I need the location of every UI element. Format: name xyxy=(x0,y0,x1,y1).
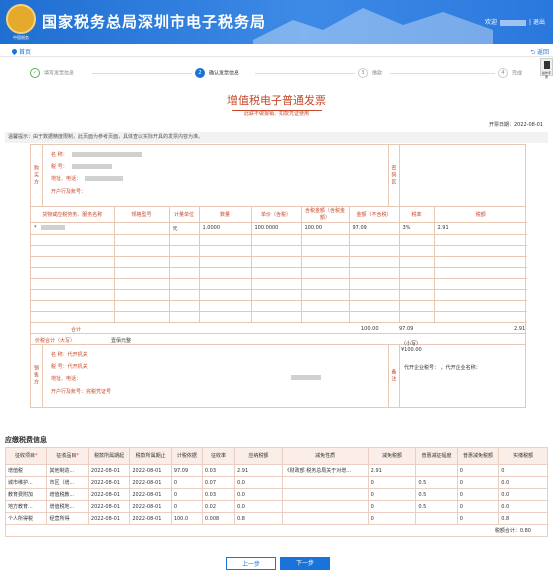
table-row: 地方教育... 增值税地... 2022-08-01 2022-08-01 0 0.02 0… xyxy=(4,500,548,513)
step-confirm-invoice: 2 确认发票信息 xyxy=(195,68,239,78)
tax-table: 征收项目* 征收品目* 税款所属期起 税款所属期止 计税依据 征收率 应纳税额 减免性… xyxy=(4,447,548,537)
tax-section-title: 应缴税费信息 xyxy=(5,436,47,444)
step-payment: 3 缴款 xyxy=(358,68,382,78)
welcome-text: 欢迎 xyxy=(485,19,498,26)
tax-header-row: 征收项目* 征收品目* 税款所属期起 税款所属期止 计税依据 征收率 应纳税额 减免性… xyxy=(4,447,548,465)
site-title: 国家税务总局深圳市电子税务局 xyxy=(42,13,267,31)
table-row-empty xyxy=(31,300,527,312)
buyer-name: 名 称： xyxy=(51,151,142,158)
table-row-empty xyxy=(31,267,527,279)
remark-text: 代开企业税号： ，代开企业名称： xyxy=(404,364,481,371)
items-header-row: 货物或应税劳务、服务名称 规格型号 计量单位 数量 单价（含税） 含税金额（含税金额） … xyxy=(31,207,527,223)
grand-total-row: 价税合计（大写） 壹佰元整 （小写）¥100.00 xyxy=(31,334,525,353)
operation-manual-button[interactable]: 操作手册 xyxy=(540,58,553,79)
total-row: 合计 100.00 97.09 2.91 xyxy=(31,323,525,334)
table-row-empty xyxy=(31,278,527,290)
seller-label: 销售方 xyxy=(31,344,43,407)
seller-bank: 开户行及账号：完税凭证号 xyxy=(51,388,112,395)
table-row: 城市维护... 市区（增... 2022-08-01 2022-08-01 0 0.07 0… xyxy=(4,476,548,489)
issue-date: 开票日期：2022-08-01 xyxy=(488,122,543,128)
step-connector xyxy=(255,73,355,74)
top-header: 中国税务 国家税务总局深圳市电子税务局 欢迎 | 退出 xyxy=(0,0,553,44)
buyer-address: 地址、电话： xyxy=(51,175,124,182)
table-row: * 元 1.0000 100.0000 100.00 97.09 3% 2.91 xyxy=(31,222,527,235)
table-row: 增值税 其他制造... 2022-08-01 2022-08-01 97.09 0.03 2… xyxy=(4,464,548,477)
code-area-label: 密码区 xyxy=(388,145,400,206)
tax-emblem-logo xyxy=(6,4,36,34)
invoice-subtitle: 此联不做报销、扣款凭证使用 xyxy=(243,111,309,117)
great-wall-decoration xyxy=(253,8,493,44)
logo-text: 中国税务 xyxy=(13,35,29,40)
user-welcome: 欢迎 | 退出 xyxy=(485,19,545,26)
progress-steps: ✓ 填写发票信息 2 确认发票信息 3 缴款 4 完成 xyxy=(30,68,525,80)
seller-name: 名 称：代开机关 xyxy=(51,351,88,358)
warm-tip: 温馨提示：由于数据精度限制，此页面为参考页面，具体查以实际开具的发票内容为准。 xyxy=(5,132,548,143)
step-complete: 4 完成 xyxy=(498,68,522,78)
table-row: 个人所得税 经营所得 2022-08-01 2022-08-01 100.0 0.008 0… xyxy=(4,512,548,525)
seller-section: 销售方 名 称：代开机关 税 号：代开机关 地址、电话： 开户行及账号：完税凭证… xyxy=(31,344,525,407)
back-button[interactable]: ⮌ 返回 xyxy=(530,47,549,58)
invoice-title: 增值税电子普通发票 xyxy=(0,92,553,111)
tax-total-row: 税额合计：0.80 xyxy=(5,524,548,537)
table-row-empty xyxy=(31,289,527,301)
invoice-frame: 购买方 名 称： 税 号： 地址、电话： 开户行及账号： 密码区 货物或应税劳务… xyxy=(30,144,527,408)
breadcrumb: 首页 xyxy=(0,44,553,57)
redacted-value xyxy=(291,374,321,380)
buyer-section: 购买方 名 称： 税 号： 地址、电话： 开户行及账号： 密码区 xyxy=(31,145,525,207)
buyer-taxid: 税 号： xyxy=(51,163,112,170)
remark-label: 备注 xyxy=(388,344,400,407)
buyer-label: 购买方 xyxy=(31,145,43,206)
table-row-empty xyxy=(31,256,527,268)
username-redacted xyxy=(500,19,527,26)
table-row-empty xyxy=(31,234,527,246)
next-step-button[interactable]: 下一步 xyxy=(280,557,330,570)
step-connector xyxy=(92,73,192,74)
table-row: 教育费附加 增值税教... 2022-08-01 2022-08-01 0 0.03 0.0… xyxy=(4,488,548,501)
seller-taxid: 税 号：代开机关 xyxy=(51,363,88,370)
breadcrumb-home[interactable]: 首页 xyxy=(10,47,31,56)
buyer-bank: 开户行及账号： xyxy=(51,189,87,195)
invoice-items-table: 货物或应税劳务、服务名称 规格型号 计量单位 数量 单价（含税） 含税金额（含税金额） … xyxy=(31,207,527,323)
location-pin-icon xyxy=(10,47,19,56)
step-fill-invoice: ✓ 填写发票信息 xyxy=(30,68,74,78)
logout-link[interactable]: 退出 xyxy=(533,19,545,26)
table-row-empty xyxy=(31,311,527,323)
table-row-empty xyxy=(31,245,527,257)
seller-address: 地址、电话： xyxy=(51,375,82,382)
prev-step-button[interactable]: 上一步 xyxy=(226,557,276,570)
step-connector xyxy=(390,73,495,74)
